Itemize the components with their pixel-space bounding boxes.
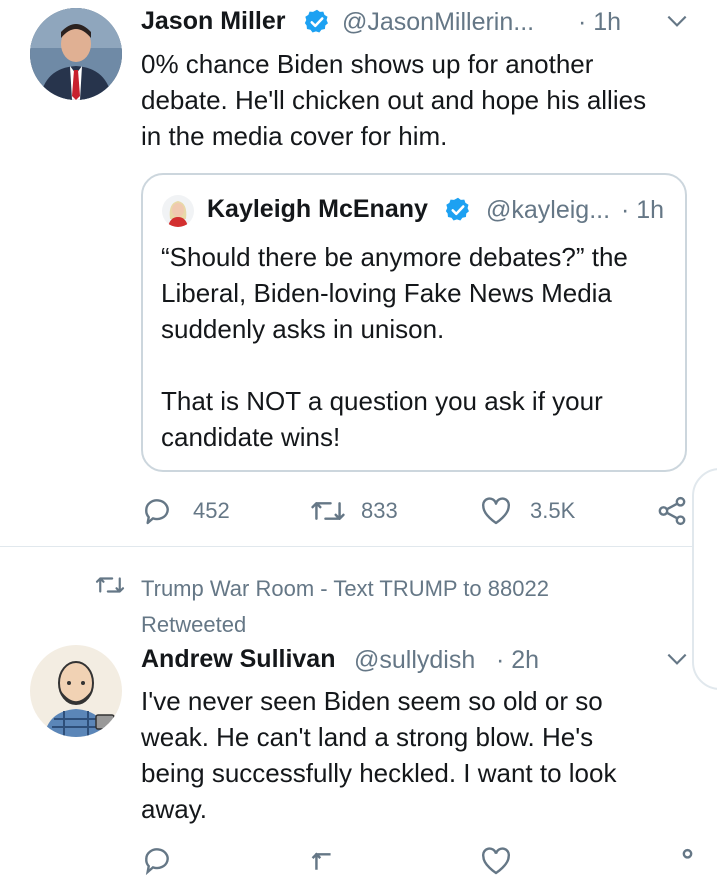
tweet1-text-line: in the media cover for him. [141, 121, 448, 151]
share-icon[interactable] [662, 846, 696, 880]
avatar-image [162, 195, 194, 227]
tweet1-text-line: 0% chance Biden shows up for another [141, 49, 594, 79]
retweeted-label: Retweeted [141, 612, 247, 637]
chevron-down-icon[interactable] [664, 8, 690, 34]
quote-handle: @kayleig... [486, 196, 611, 224]
avatar-image [30, 8, 122, 100]
like-icon [482, 497, 510, 525]
quoted-tweet-card[interactable]: Kayleigh McEnany @kayleig... · 1h “Shoul… [141, 173, 687, 472]
quote-text-line [161, 347, 681, 383]
reply-button[interactable] [141, 495, 173, 532]
avatar-image [30, 645, 122, 737]
retweet-icon [95, 577, 125, 593]
retweet-button[interactable] [310, 495, 346, 532]
tweet2-text-line: weak. He can't land a strong blow. He's [141, 722, 594, 752]
reply-count: 452 [193, 498, 230, 523]
reply-icon [145, 499, 169, 525]
quote-text-line: That is NOT a question you ask if your [161, 386, 603, 416]
retweet-count: 833 [361, 498, 398, 523]
floating-side-panel[interactable] [692, 468, 717, 690]
tweet2-time[interactable]: · 2h [496, 646, 539, 675]
retweet-icon[interactable] [310, 846, 346, 878]
retweet-icon [311, 502, 345, 520]
quote-text-line: Liberal, Biden-loving Fake News Media [161, 278, 612, 308]
quote-text-line: suddenly asks in unison. [161, 314, 445, 344]
like-count: 3.5K [530, 498, 576, 523]
tweet1-author-name[interactable]: Jason Miller [141, 7, 286, 36]
reply-icon[interactable] [141, 844, 173, 876]
avatar-andrew-sullivan[interactable] [30, 645, 122, 737]
tweet1-time[interactable]: · 1h [578, 8, 621, 37]
tweet2-text-line: being successfully heckled. I want to lo… [141, 758, 617, 788]
retweet-banner[interactable]: Trump War Room - Text TRUMP to 88022 Ret… [141, 571, 549, 643]
tweet2-text: I've never seen Biden seem so old or so … [141, 683, 711, 827]
tweet2-author-name[interactable]: Andrew Sullivan [141, 645, 335, 674]
quote-text: “Should there be anymore debates?” the L… [161, 239, 681, 455]
like-button[interactable] [480, 496, 512, 531]
avatar-jason-miller[interactable] [30, 8, 122, 100]
tweet2-text-line: I've never seen Biden seem so old or so [141, 686, 603, 716]
chevron-down-icon[interactable] [664, 646, 690, 672]
quote-author-name: Kayleigh McEnany [207, 195, 428, 223]
tweet-divider [0, 546, 717, 547]
tweet1-text: 0% chance Biden shows up for another deb… [141, 46, 701, 154]
tweet1-text-line: debate. He'll chicken out and hope his a… [141, 85, 647, 115]
verified-icon [445, 197, 469, 221]
verified-icon [304, 9, 328, 33]
avatar-kayleigh-mcenany [162, 195, 194, 227]
quote-text-line: “Should there be anymore debates?” the [161, 242, 628, 272]
tweet1-handle[interactable]: @JasonMillerin... [342, 8, 534, 37]
like-icon[interactable] [480, 846, 512, 876]
share-icon [658, 496, 686, 526]
tweet2-text-line: away. [141, 794, 207, 824]
quote-text-line: candidate wins! [161, 422, 341, 452]
tweet2-handle[interactable]: @sullydish [354, 646, 475, 675]
share-button[interactable] [655, 494, 689, 533]
quote-time: · 1h [621, 196, 665, 224]
retweeted-by-label: Trump War Room - Text TRUMP to 88022 [141, 576, 549, 601]
